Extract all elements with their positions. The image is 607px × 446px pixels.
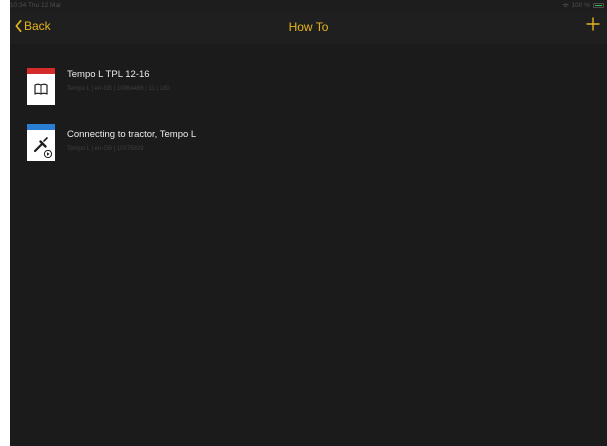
document-list: Tempo L TPL 12-16 Tempo L | en-GB | 1006…	[10, 44, 607, 446]
document-thumbnail	[27, 68, 55, 105]
book-icon	[34, 83, 48, 95]
wifi-icon	[562, 3, 569, 8]
video-tool-icon	[33, 137, 53, 159]
status-bar: 10:34 Thu 12 Mar 100 %	[10, 0, 607, 11]
battery-fill	[595, 5, 602, 6]
navigation-bar: Back How To	[10, 11, 607, 44]
document-title: Tempo L TPL 12-16	[67, 69, 150, 80]
status-indicators: 100 %	[562, 2, 604, 9]
page-title: How To	[288, 20, 329, 34]
list-item-connecting-to-tractor[interactable]: Connecting to tractor, Tempo L Tempo L |…	[10, 124, 607, 174]
battery-icon	[593, 3, 604, 8]
screen: 10:34 Thu 12 Mar 100 % Back How To Tempo…	[0, 0, 607, 446]
document-title: Connecting to tractor, Tempo L	[67, 129, 197, 140]
status-time: 10:34	[10, 2, 27, 9]
document-meta: Tempo L | en-GB | 10064488 | 11 | 180	[67, 86, 170, 92]
battery-percent: 100 %	[571, 2, 590, 9]
status-date: Thu 12 Mar	[27, 2, 62, 9]
app-window: 10:34 Thu 12 Mar 100 % Back How To Tempo…	[10, 0, 607, 446]
status-time-date: 10:34 Thu 12 Mar	[10, 2, 61, 9]
document-thumbnail	[27, 124, 55, 161]
document-meta: Tempo L | en-GB | 10076829	[67, 146, 144, 152]
plus-icon[interactable]	[586, 17, 600, 31]
list-item-tempo-l-manual[interactable]: Tempo L TPL 12-16 Tempo L | en-GB | 1006…	[10, 66, 607, 116]
